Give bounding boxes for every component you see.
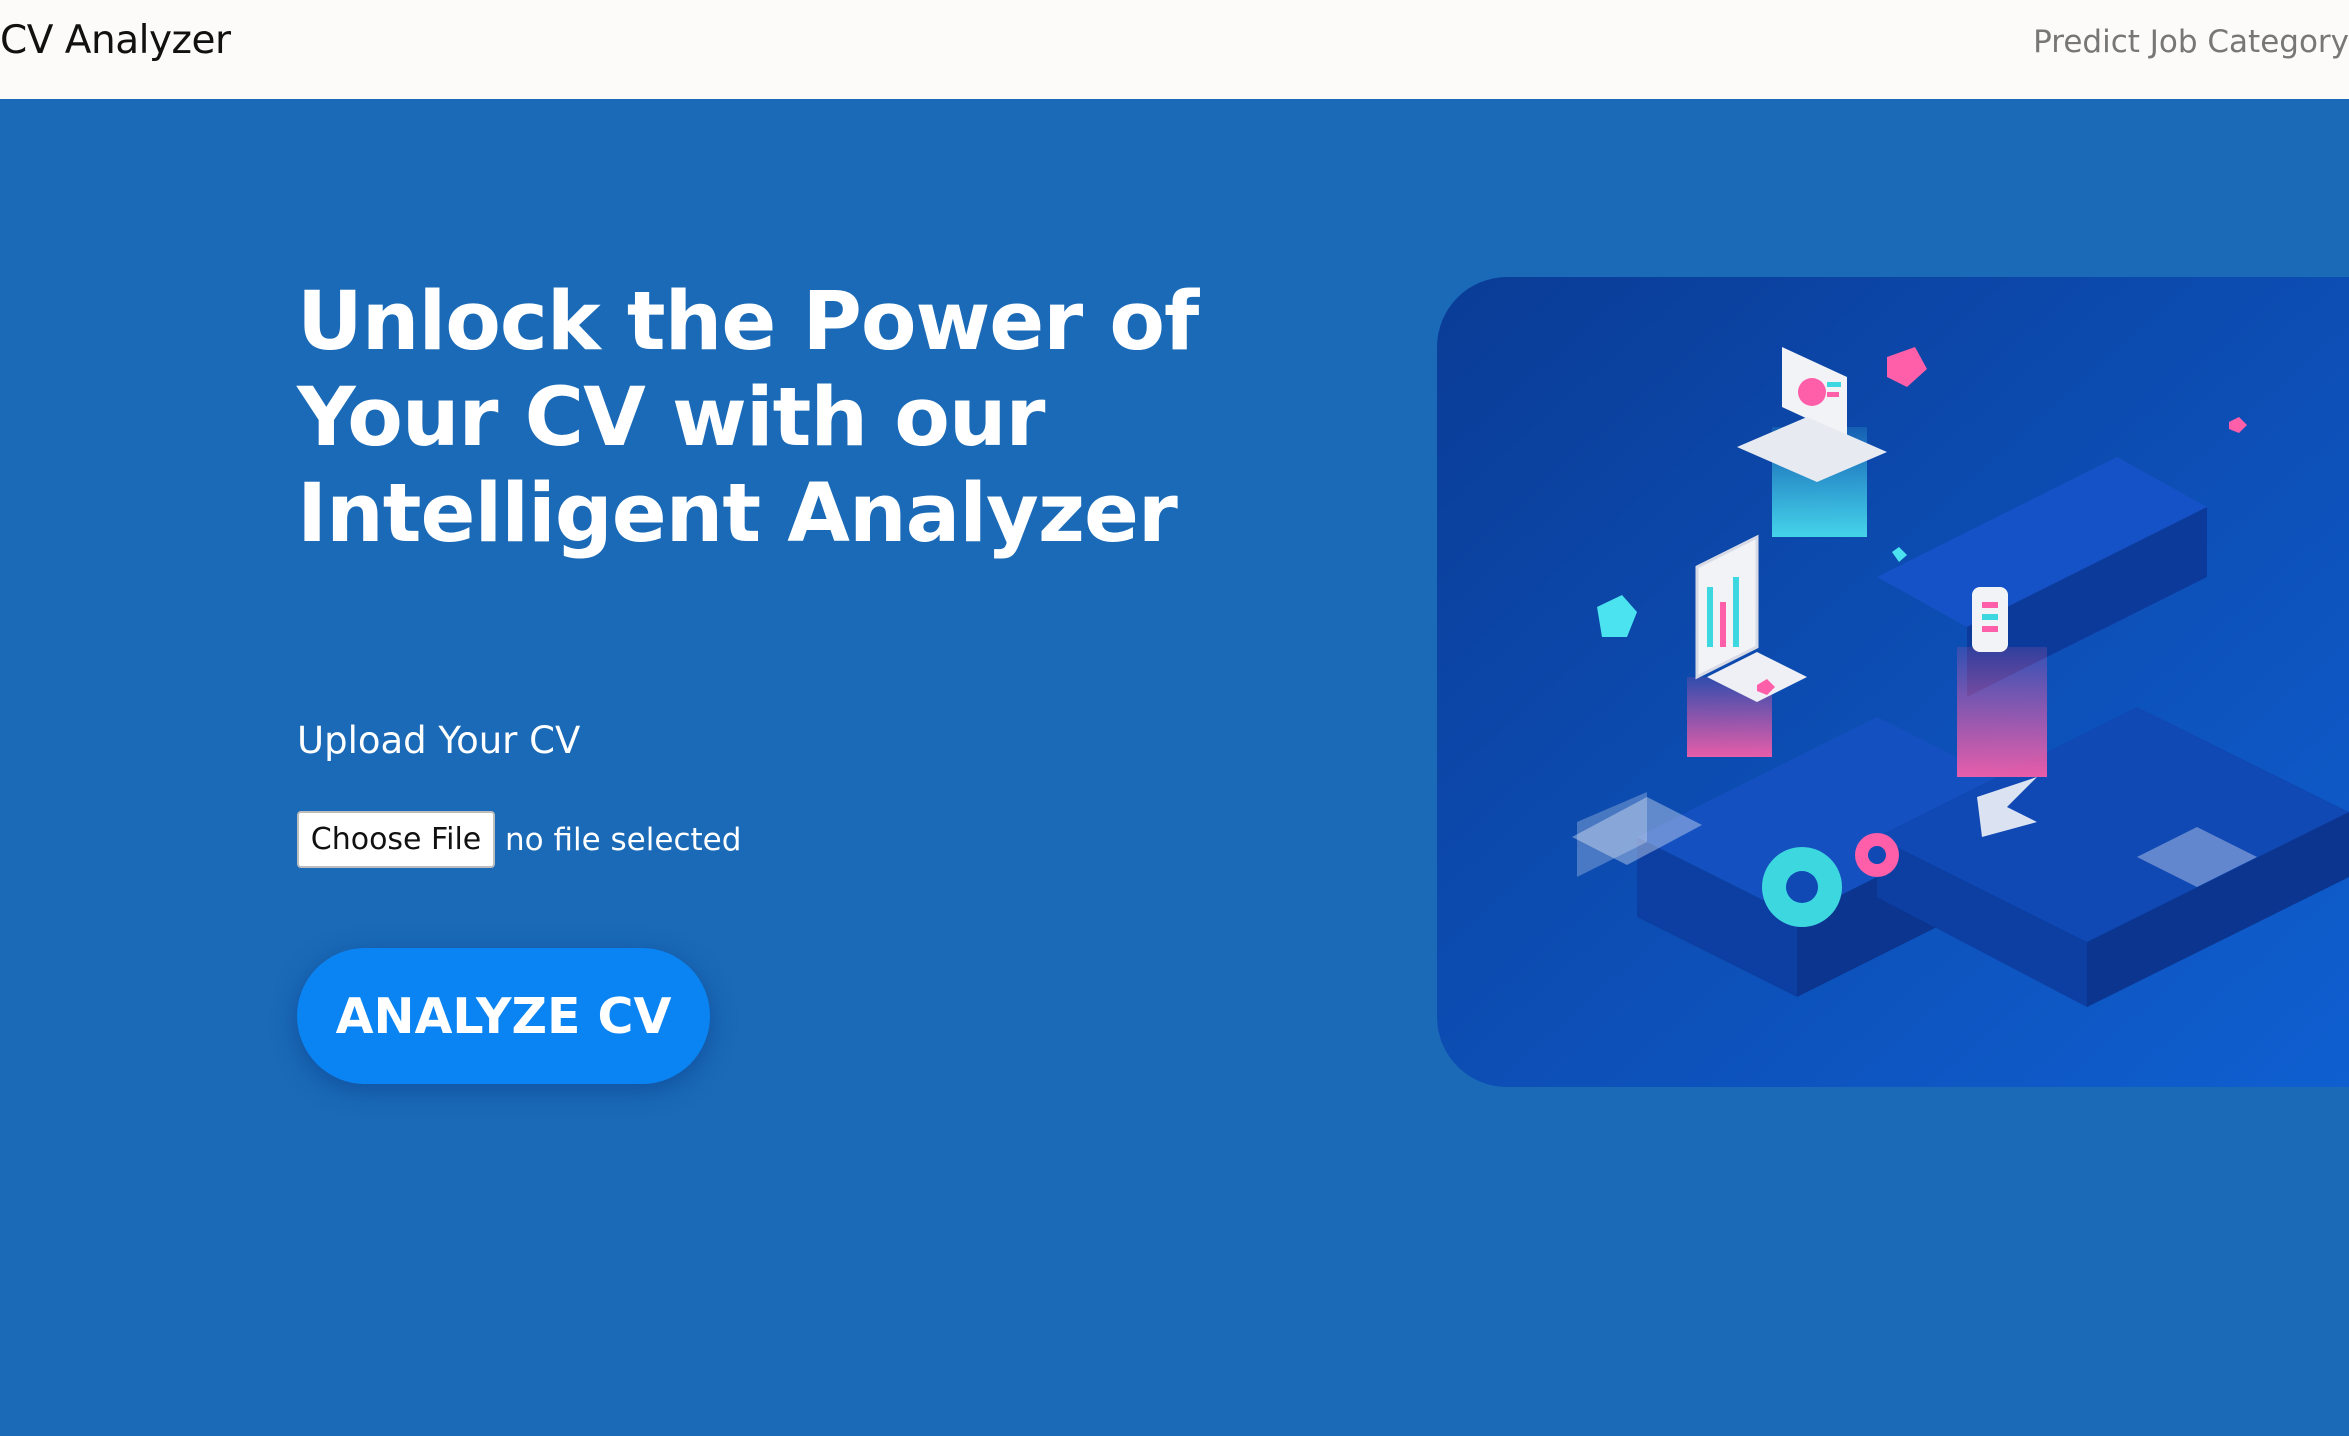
navbar: CV Analyzer Predict Job Category bbox=[0, 0, 2349, 99]
file-status: no file selected bbox=[505, 821, 742, 858]
choose-file-button[interactable]: Choose File bbox=[297, 811, 495, 868]
file-input: Choose File no file selected bbox=[297, 811, 741, 868]
hero-illustration bbox=[1437, 277, 2349, 1087]
brand-link[interactable]: CV Analyzer bbox=[0, 18, 231, 63]
hero-section: Unlock the Power of Your CV with our Int… bbox=[0, 99, 2349, 1436]
upload-label: Upload Your CV bbox=[297, 719, 581, 762]
analyze-cv-button[interactable]: ANALYZE CV bbox=[297, 948, 710, 1084]
predict-job-category-link[interactable]: Predict Job Category bbox=[2033, 24, 2349, 60]
hero-headline: Unlock the Power of Your CV with our Int… bbox=[297, 275, 1199, 561]
